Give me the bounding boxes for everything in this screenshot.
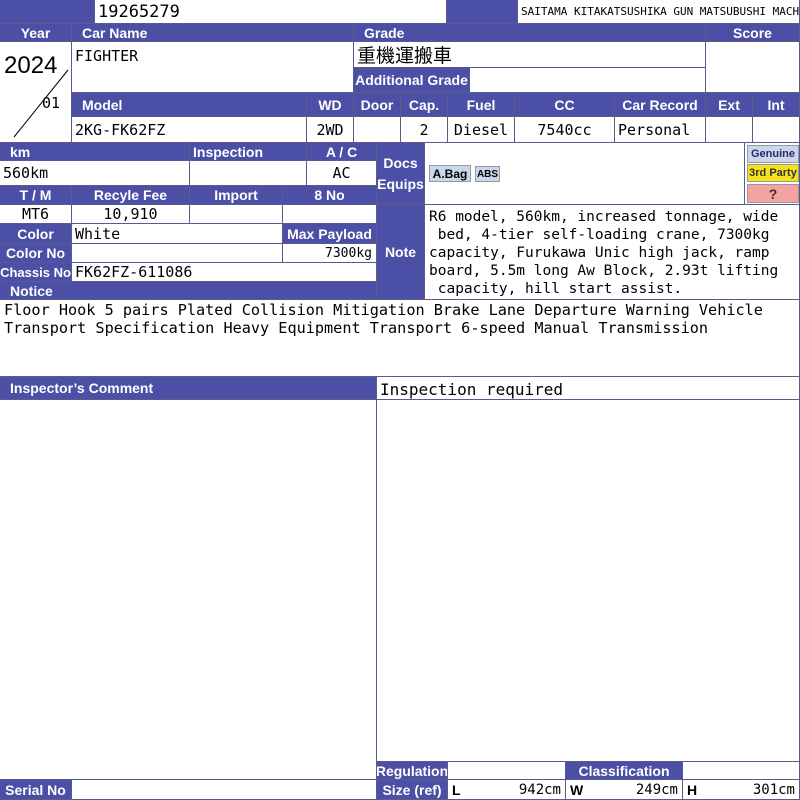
cc-label: CC (515, 93, 615, 117)
car-record-value: Personal (615, 117, 706, 143)
parts-legend: Genuine 3rd Party ? (745, 143, 800, 205)
recycle-fee-value: 10,910 (72, 205, 190, 224)
eight-no-value (283, 205, 377, 224)
inspector-comment-text: Inspection required (377, 377, 800, 400)
inspection-value (190, 161, 307, 186)
tm-value: MT6 (0, 205, 72, 224)
size-w-value: 249cm (635, 781, 678, 798)
color-no-value (72, 244, 283, 263)
inquiry-no-value: 19265279 (95, 0, 447, 24)
fuel-label: Fuel (448, 93, 515, 117)
fuel-value: Diesel (448, 117, 515, 143)
equips-area: A.Bag ABS (425, 143, 745, 205)
size-l-label: L (452, 781, 461, 798)
eight-no-label: 8 No (283, 186, 377, 205)
ext-value (706, 117, 753, 143)
grade-label: Grade (354, 24, 706, 42)
area-label (447, 0, 518, 24)
inspection-label: Inspection (190, 143, 307, 161)
classification-label: Classification (566, 762, 683, 780)
month-value: 01 (42, 94, 61, 112)
ext-label: Ext (706, 93, 753, 117)
additional-grade-label: Additional Grade (354, 68, 470, 93)
score-label: Score (706, 24, 800, 42)
recycle-fee-label: Recyle Fee (72, 186, 190, 205)
regulation-label: Regulation (377, 762, 448, 780)
import-value (190, 205, 283, 224)
ac-label: A / C (307, 143, 377, 161)
notice-label: Notice (0, 282, 377, 300)
airbag-badge: A.Bag (429, 165, 471, 182)
door-value (354, 117, 401, 143)
docs-label: Docs (383, 154, 418, 171)
year-label: Year (0, 24, 72, 42)
km-label: km (0, 143, 190, 161)
cap-label: Cap. (401, 93, 448, 117)
inquiry-no-label (0, 0, 95, 24)
size-l-cell: L 942cm (448, 780, 566, 800)
int-label: Int (753, 93, 800, 117)
notice-text: Floor Hook 5 pairs Plated Collision Miti… (0, 300, 800, 377)
chassis-no-value: FK62FZ-611086 (72, 263, 377, 282)
third-party-badge: 3rd Party (747, 164, 799, 182)
note-text: R6 model, 560km, increased tonnage, wide… (425, 205, 800, 300)
serial-no-value (72, 780, 377, 800)
regulation-value (448, 762, 566, 780)
year-box: 2024 01 (0, 42, 72, 143)
abs-badge: ABS (475, 166, 500, 182)
size-w-cell: W 249cm (566, 780, 683, 800)
max-payload-label: Max Payload (283, 224, 377, 244)
model-label: Model (72, 93, 307, 117)
wd-label: WD (307, 93, 354, 117)
equips-label: Equips (377, 175, 424, 192)
inspectors-comment-label: Inspector’s Comment (0, 377, 377, 400)
int-value (753, 117, 800, 143)
classification-value (683, 762, 800, 780)
size-w-label: W (570, 781, 584, 798)
comment-area (377, 400, 800, 762)
size-h-cell: H 301cm (683, 780, 800, 800)
size-ref-label: Size (ref) (377, 780, 448, 800)
additional-grade-value (470, 68, 706, 93)
grade-value: 重機運搬車 (354, 42, 706, 68)
ac-value: AC (307, 161, 377, 186)
size-h-value: 301cm (752, 781, 795, 798)
color-no-label: Color No (0, 244, 72, 263)
color-value: White (72, 224, 283, 244)
note-label: Note (377, 205, 425, 300)
import-label: Import (190, 186, 283, 205)
size-l-value: 942cm (518, 781, 561, 798)
car-record-label: Car Record (615, 93, 706, 117)
tm-label: T / M (0, 186, 72, 205)
chassis-no-label: Chassis No (0, 263, 72, 282)
year-value: 2024 (4, 52, 58, 79)
genuine-badge: Genuine (747, 145, 799, 163)
area-value: SAITAMA KITAKATSUSHIKA GUN MATSUBUSHI MA… (518, 0, 800, 24)
car-name-label: Car Name (72, 24, 354, 42)
max-payload-value: 7300kg (283, 244, 377, 263)
unknown-badge: ? (747, 184, 799, 203)
inspection-diagram-area (0, 400, 377, 780)
km-value: 560km (0, 161, 190, 186)
cc-value: 7540cc (515, 117, 615, 143)
docs-equips-label: Docs Equips (377, 143, 425, 205)
wd-value: 2WD (307, 117, 354, 143)
serial-no-label: Serial No (0, 780, 72, 800)
door-label: Door (354, 93, 401, 117)
model-value: 2KG-FK62FZ (72, 117, 307, 143)
cap-value: 2 (401, 117, 448, 143)
color-label: Color (0, 224, 72, 244)
car-name-value: FIGHTER (72, 42, 354, 93)
score-value (706, 42, 800, 93)
size-h-label: H (687, 781, 698, 798)
